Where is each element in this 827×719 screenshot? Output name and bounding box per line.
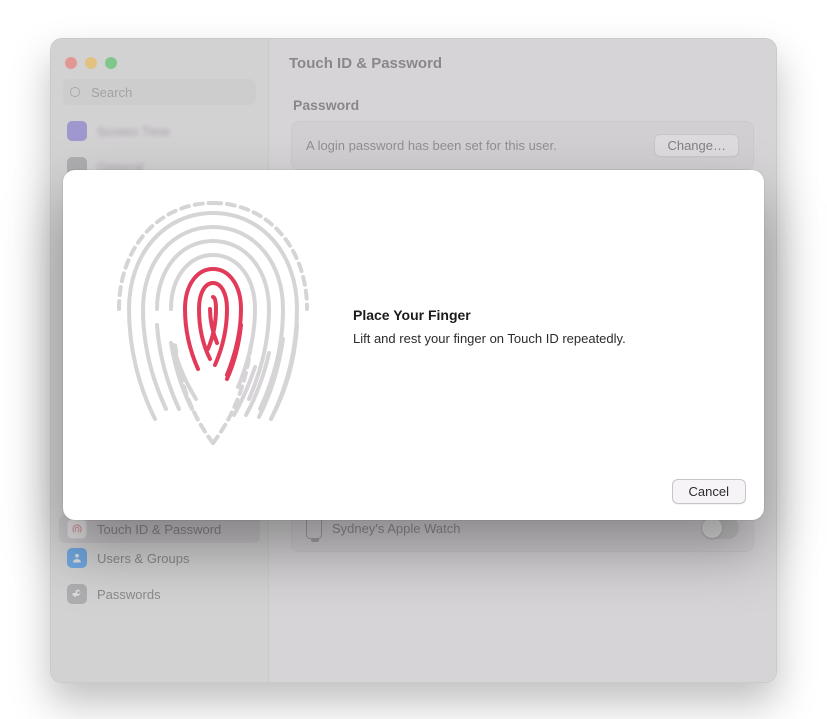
titlebar: Touch ID & Password: [269, 39, 776, 87]
search-box: [63, 79, 256, 105]
password-panel: A login password has been set for this u…: [291, 121, 754, 170]
key-icon: [67, 584, 87, 604]
page-title: Touch ID & Password: [289, 55, 442, 72]
sidebar-item-label: Passwords: [97, 587, 161, 602]
password-heading: Password: [293, 97, 754, 113]
password-status-text: A login password has been set for this u…: [306, 138, 557, 153]
cancel-button[interactable]: Cancel: [672, 479, 746, 504]
sidebar-item-label: Touch ID & Password: [97, 522, 221, 537]
sidebar-item-label: Users & Groups: [97, 551, 189, 566]
sidebar-item-passwords[interactable]: Passwords: [59, 580, 260, 608]
close-window-button[interactable]: [65, 57, 77, 69]
window-controls: [51, 49, 268, 79]
change-password-button[interactable]: Change…: [654, 134, 739, 157]
sheet-title: Place Your Finger: [353, 307, 724, 323]
minimize-window-button[interactable]: [85, 57, 97, 69]
sidebar-item-screen-time[interactable]: Screen Time: [59, 117, 260, 145]
maximize-window-button[interactable]: [105, 57, 117, 69]
apple-watch-device-name: Sydney's Apple Watch: [332, 521, 460, 536]
touch-id-enroll-sheet: Place Your Finger Lift and rest your fin…: [63, 170, 764, 520]
fingerprint-icon: [67, 519, 87, 539]
sheet-description: Lift and rest your finger on Touch ID re…: [353, 331, 724, 346]
users-icon: [67, 548, 87, 568]
sidebar-item-users-groups[interactable]: Users & Groups: [59, 544, 260, 572]
fingerprint-graphic: [103, 185, 323, 465]
watch-icon: [306, 517, 322, 539]
search-input[interactable]: [63, 79, 256, 105]
apple-watch-toggle[interactable]: [701, 517, 739, 539]
